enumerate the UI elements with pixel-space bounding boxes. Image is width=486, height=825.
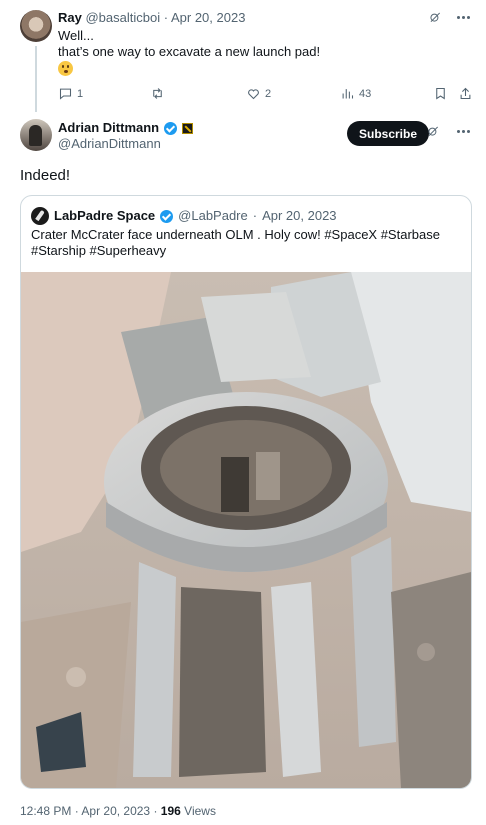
main-author: Adrian Dittmann: [58, 120, 194, 136]
quoted-tweet[interactable]: LabPadre Space @LabPadre · Apr 20, 2023 …: [20, 195, 472, 789]
affiliate-badge-icon[interactable]: [182, 122, 194, 134]
tweet-time[interactable]: 12:48 PM: [20, 804, 71, 818]
thread-line: [35, 46, 37, 112]
quoted-avatar[interactable]: [31, 207, 49, 225]
share-icon: [460, 87, 471, 100]
reply-tweet[interactable]: Ray @basalticboi · Apr 20, 2023 Well... …: [0, 0, 486, 112]
main-author-handle[interactable]: @AdrianDittmann: [58, 136, 161, 152]
quoted-header: LabPadre Space @LabPadre · Apr 20, 2023: [31, 207, 337, 225]
like-icon: [248, 89, 259, 100]
reply-icon: [59, 88, 72, 100]
quoted-separator: ·: [252, 208, 258, 223]
quoted-text: Crater McCrater face underneath OLM . Ho…: [31, 227, 440, 258]
tweet-views-label: Views: [184, 804, 216, 818]
quoted-author-name[interactable]: LabPadre Space: [54, 208, 155, 224]
bookmark-button[interactable]: [433, 86, 448, 101]
tweet-meta-separator: ·: [74, 804, 79, 818]
views-separator: ·: [153, 804, 158, 818]
reply-date[interactable]: Apr 20, 2023: [171, 10, 245, 25]
bookmark-icon: [436, 87, 445, 100]
views-button[interactable]: 43: [340, 86, 371, 101]
crater-photo-illustration: [21, 272, 471, 788]
grok-icon[interactable]: [428, 10, 442, 24]
verified-icon[interactable]: [164, 121, 178, 135]
share-button[interactable]: [458, 86, 473, 101]
more-icon[interactable]: [456, 124, 470, 138]
quoted-author-handle[interactable]: @LabPadre: [178, 208, 248, 224]
reply-avatar[interactable]: [20, 10, 52, 42]
main-author-name[interactable]: Adrian Dittmann: [58, 120, 159, 136]
main-avatar[interactable]: [20, 119, 52, 151]
reply-author-handle[interactable]: @basalticboi: [85, 10, 160, 25]
reply-line-2: that’s one way to excavate a new launch …: [58, 44, 321, 59]
main-top-actions: [426, 124, 470, 138]
more-icon[interactable]: [456, 10, 470, 24]
subscribe-button[interactable]: Subscribe: [347, 121, 429, 146]
quoted-date[interactable]: Apr 20, 2023: [262, 208, 336, 224]
launch-mount-photo[interactable]: [21, 272, 471, 788]
grok-icon[interactable]: [426, 124, 440, 138]
reply-count: 1: [77, 87, 84, 100]
reply-action-bar: 1 2 43: [58, 86, 472, 104]
tweet-date[interactable]: Apr 20, 2023: [81, 804, 150, 818]
reply-text: Well... that’s one way to excavate a new…: [58, 28, 320, 60]
reply-header: Ray @basalticboi · Apr 20, 2023: [58, 10, 245, 26]
reply-line-1: Well...: [58, 28, 94, 43]
astonished-face-emoji: [58, 61, 73, 76]
retweet-icon: [153, 88, 162, 99]
views-count: 43: [359, 87, 372, 100]
views-icon: [342, 89, 354, 99]
like-button[interactable]: 2: [246, 86, 271, 101]
reply-button[interactable]: 1: [58, 86, 83, 101]
retweet-button[interactable]: [150, 86, 169, 101]
main-tweet-text: Indeed!: [20, 167, 71, 184]
reply-top-actions: [428, 10, 470, 24]
tweet-view-count: 196: [160, 804, 181, 818]
reply-separator: ·: [163, 10, 169, 25]
verified-icon: [160, 209, 174, 223]
tweet-meta: 12:48 PM · Apr 20, 2023 · 196 Views: [20, 803, 216, 819]
reply-author-name[interactable]: Ray: [58, 10, 82, 25]
like-count: 2: [265, 87, 272, 100]
